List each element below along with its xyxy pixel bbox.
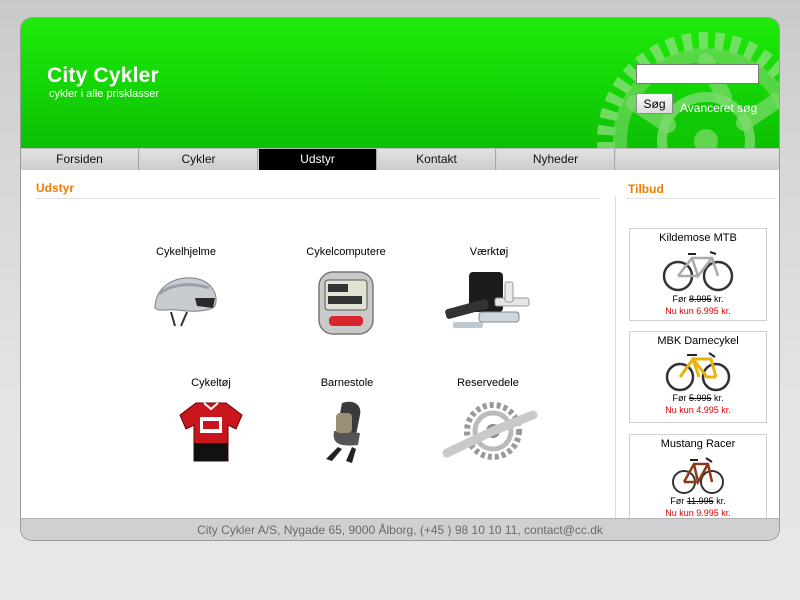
racing-bike-icon <box>672 457 724 494</box>
offer-old-price: Før 11.995 kr. <box>670 496 726 506</box>
crankset-icon <box>442 402 538 460</box>
category-barnestole[interactable]: Barnestole <box>287 377 407 471</box>
category-cykelcomputere[interactable]: Cykelcomputere <box>286 246 406 338</box>
category-cykelhjelme[interactable]: Cykelhjelme <box>126 246 246 334</box>
city-bike-icon <box>665 352 731 392</box>
main-nav: Forsiden Cykler Udstyr Kontakt Nyheder <box>21 148 779 170</box>
category-reservedele[interactable]: Reservedele <box>428 377 548 469</box>
offer-new-price: Nu kun 4.995 kr. <box>665 405 731 415</box>
offer-card[interactable]: Kildemose MTB Før 8.995 kr. Nu kun 6.995… <box>629 228 767 321</box>
page-title: Udstyr <box>36 181 75 195</box>
offer-old-price: Før 5.995 kr. <box>672 393 724 403</box>
child-seat-icon <box>326 401 361 463</box>
category-label: Cykelhjelme <box>156 246 216 258</box>
column-divider <box>615 196 616 524</box>
tool-kit-icon <box>445 272 530 328</box>
chainring-decoration-icon <box>597 32 779 148</box>
category-label: Cykelcomputere <box>306 246 386 258</box>
search-button[interactable]: Søg <box>636 93 673 114</box>
offer-new-price: Nu kun 9.995 kr. <box>665 508 731 518</box>
offer-old-price: Før 8.995 kr. <box>672 294 724 304</box>
nav-item-kontakt[interactable]: Kontakt <box>378 149 496 170</box>
offer-card[interactable]: Mustang Racer Før 11.995 kr. Nu kun 9.99… <box>629 434 767 526</box>
category-label: Cykeltøj <box>191 377 231 389</box>
category-label: Barnestole <box>320 377 374 389</box>
advanced-search-link[interactable]: Avanceret søg <box>680 101 757 115</box>
nav-item-forsiden[interactable]: Forsiden <box>21 149 139 170</box>
category-cykeltoej[interactable]: Cykeltøj <box>151 377 271 465</box>
offer-card[interactable]: MBK Damecykel Før 5.995 kr. Nu kun 4.995… <box>629 331 767 423</box>
bike-computer-icon <box>318 271 374 335</box>
nav-item-cykler[interactable]: Cykler <box>140 149 258 170</box>
offers-title: Tilbud <box>628 182 664 196</box>
search-input[interactable] <box>636 64 759 84</box>
jersey-icon <box>179 402 243 462</box>
offer-name: MBK Damecykel <box>657 335 739 347</box>
offer-name: Mustang Racer <box>660 438 736 450</box>
nav-item-nyheder[interactable]: Nyheder <box>497 149 615 170</box>
site-logo-title[interactable]: City Cykler <box>47 64 159 88</box>
category-vaerktoej[interactable]: Værktøj <box>429 246 549 338</box>
nav-filler <box>616 149 779 170</box>
offers-divider <box>626 198 776 199</box>
category-label: Værktøj <box>469 246 509 258</box>
mountain-bike-icon <box>662 251 734 292</box>
site-header: City Cykler cykler i alle prisklasser Sø… <box>21 18 779 148</box>
offer-new-price: Nu kun 6.995 kr. <box>665 306 731 316</box>
category-label: Reservedele <box>457 377 519 389</box>
offer-name: Kildemose MTB <box>659 232 737 244</box>
helmet-icon <box>154 277 217 327</box>
site-tagline: cykler i alle prisklasser <box>49 88 160 100</box>
nav-item-udstyr[interactable]: Udstyr <box>259 149 377 170</box>
site-footer: City Cykler A/S, Nygade 65, 9000 Ålborg,… <box>21 518 779 540</box>
page-frame: City Cykler cykler i alle prisklasser Sø… <box>20 17 780 541</box>
title-divider <box>36 198 600 199</box>
